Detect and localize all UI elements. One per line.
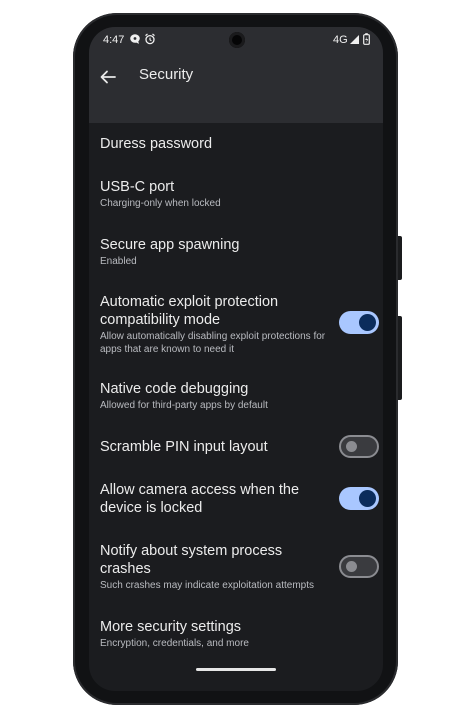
setting-subtitle: Charging-only when locked: [100, 198, 221, 209]
setting-title: More security settings: [100, 619, 242, 635]
setting-title: Duress password: [100, 136, 213, 152]
setting-scramble-pin[interactable]: Scramble PIN input layout: [100, 438, 332, 456]
setting-usb-c-port[interactable]: USB-C port Charging-only when locked: [100, 178, 332, 211]
arrow-back-icon[interactable]: [95, 64, 121, 90]
alarm-icon: [144, 33, 156, 48]
setting-secure-app-spawning[interactable]: Secure app spawning Enabled: [100, 236, 332, 269]
setting-title: Automatic exploit protection compatibili…: [100, 294, 279, 328]
status-time: 4:47: [103, 34, 125, 46]
toggle-knob: [346, 441, 357, 452]
front-camera: [229, 32, 245, 48]
app-bar: Security: [89, 54, 383, 123]
toggle-knob: [359, 314, 376, 331]
camera-access-toggle[interactable]: [339, 487, 379, 510]
screen: 4:47 4G Security Duress password USB-C p…: [89, 27, 383, 691]
network-type-label: 4G: [333, 34, 348, 46]
setting-duress-password[interactable]: Duress password: [100, 135, 332, 153]
setting-subtitle: Allowed for third-party apps by default: [100, 400, 268, 411]
status-bar: 4:47 4G: [89, 27, 383, 54]
scramble-pin-toggle[interactable]: [339, 435, 379, 458]
setting-title: Notify about system process crashes: [100, 543, 283, 577]
setting-camera-access-locked[interactable]: Allow camera access when the device is l…: [100, 481, 332, 517]
toggle-knob: [359, 490, 376, 507]
setting-native-code-debugging[interactable]: Native code debugging Allowed for third-…: [100, 380, 332, 413]
toggle-knob: [346, 561, 357, 572]
page-title: Security: [139, 66, 194, 83]
exploit-protection-toggle[interactable]: [339, 311, 379, 334]
setting-notify-crashes[interactable]: Notify about system process crashes Such…: [100, 542, 332, 593]
setting-exploit-protection[interactable]: Automatic exploit protection compatibili…: [100, 293, 332, 356]
chat-bubble-icon: [129, 33, 141, 48]
side-button: [398, 236, 402, 280]
signal-icon: [349, 34, 360, 48]
setting-title: Allow camera access when the device is l…: [100, 482, 300, 516]
setting-subtitle: Encryption, credentials, and more: [100, 638, 249, 649]
setting-subtitle: Allow automatically disabling exploit pr…: [100, 331, 326, 355]
gesture-bar[interactable]: [196, 668, 276, 671]
notify-crashes-toggle[interactable]: [339, 555, 379, 578]
setting-more-security[interactable]: More security settings Encryption, crede…: [100, 618, 332, 651]
setting-subtitle: Such crashes may indicate exploitation a…: [100, 580, 314, 591]
setting-subtitle: Enabled: [100, 256, 137, 267]
setting-title: USB-C port: [100, 179, 175, 195]
battery-icon: [363, 33, 370, 48]
setting-title: Scramble PIN input layout: [100, 439, 268, 455]
setting-title: Secure app spawning: [100, 237, 240, 253]
volume-button: [398, 316, 402, 400]
setting-title: Native code debugging: [100, 381, 249, 397]
